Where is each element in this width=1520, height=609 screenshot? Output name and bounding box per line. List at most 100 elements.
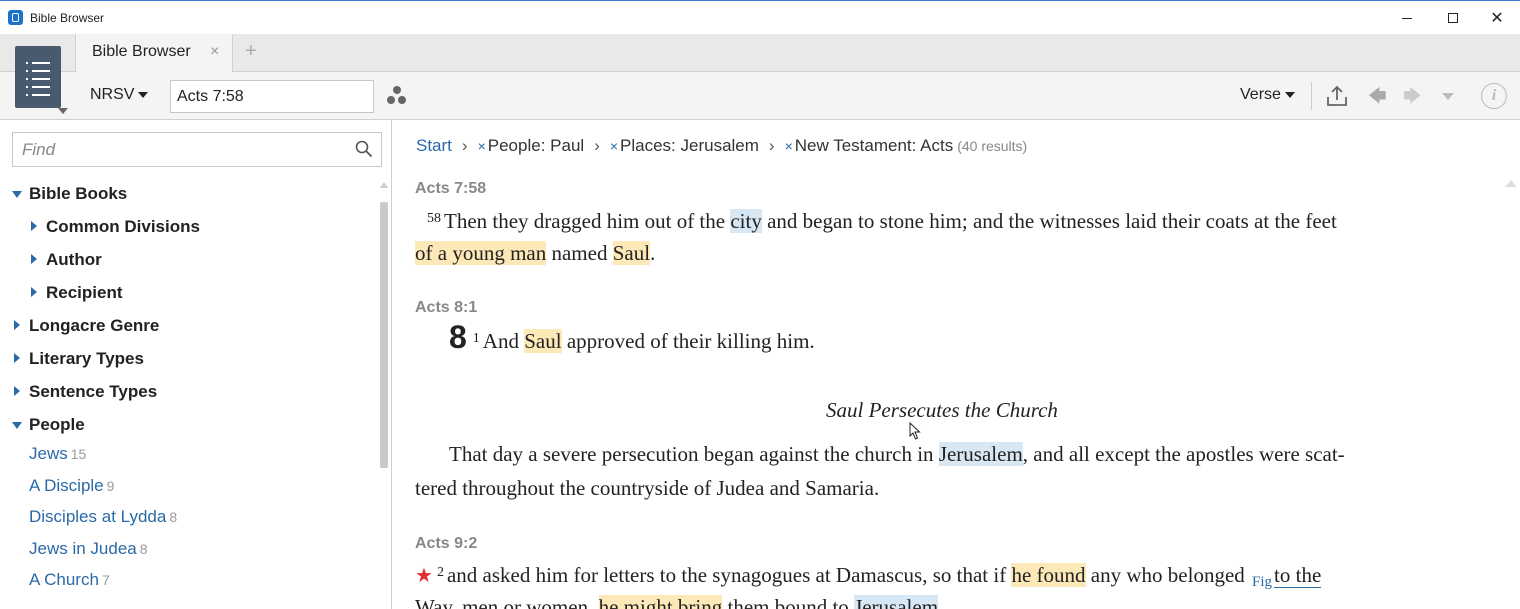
find-field[interactable]	[12, 132, 382, 167]
verse-text: Way, men or women, he might bring them b…	[415, 590, 943, 609]
verse-text: tered throughout the countryside of Jude…	[415, 476, 880, 500]
scroll-up-icon[interactable]	[1505, 180, 1517, 187]
linked-text[interactable]: to the	[1274, 563, 1322, 588]
verse-text: 58 Then they dragged him out of the city …	[427, 209, 1337, 233]
breadcrumb-separator: ›	[461, 136, 468, 155]
tree-item-recipient[interactable]: Recipient	[31, 283, 123, 307]
verse-number: 1	[472, 331, 480, 346]
share-icon[interactable]	[1325, 84, 1349, 108]
highlight-young-man[interactable]: of a young man	[415, 241, 547, 265]
star-icon[interactable]: ★	[415, 565, 433, 587]
close-icon: ✕	[1490, 10, 1504, 27]
title-bar: Bible Browser ✕	[0, 0, 1520, 34]
toolbar: NRSV Verse 🡄 🡆 i	[0, 46, 1520, 120]
result-count: 8	[169, 509, 178, 525]
tab-bar: Bible Browser × +	[0, 34, 1520, 72]
expanded-triangle-icon[interactable]	[12, 422, 22, 429]
maximize-icon	[1448, 13, 1458, 23]
verse-text: That day a severe persecution began agai…	[449, 442, 1345, 466]
remove-filter-icon[interactable]: ×	[785, 138, 793, 154]
result-count: 8	[139, 541, 148, 557]
tab-close-icon[interactable]: ×	[210, 43, 219, 61]
panel-menu-button[interactable]	[15, 46, 61, 108]
result-count: 9	[106, 478, 115, 494]
result-count: 7	[101, 572, 110, 588]
version-label: NRSV	[90, 86, 135, 103]
verse-reference-link[interactable]: Acts 7:58	[415, 180, 486, 198]
people-item-jews-in-judea[interactable]: Jews in Judea 8	[29, 539, 148, 563]
verse-text: 8 1 And Saul approved of their killing him…	[449, 319, 815, 355]
people-item-a-church[interactable]: A Church 7	[29, 570, 110, 594]
results-pane: Start › × People: Paul › × Places: Jerusalem › ×…	[393, 120, 1520, 609]
tree-item-longacre-genre[interactable]: Longacre Genre	[14, 316, 159, 340]
add-tab-button[interactable]: +	[245, 40, 257, 63]
reference-input[interactable]	[170, 80, 374, 113]
back-arrow-icon[interactable]: 🡄	[1368, 84, 1387, 114]
section-heading: Saul Persecutes the Church	[826, 398, 1058, 422]
people-item-a-disciple[interactable]: A Disciple 9	[29, 476, 114, 500]
minimize-button[interactable]	[1384, 1, 1430, 35]
tab-label: Bible Browser	[92, 43, 191, 60]
tree-item-sentence-types[interactable]: Sentence Types	[14, 382, 157, 406]
highlight-saul[interactable]: Saul	[524, 329, 562, 353]
highlight-he-found[interactable]: he found	[1011, 563, 1086, 587]
people-item-disciples-at-lydda[interactable]: Disciples at Lydda 8	[29, 507, 177, 531]
collapsed-triangle-icon[interactable]	[31, 287, 37, 297]
chevron-down-icon	[138, 91, 149, 98]
remove-filter-icon[interactable]: ×	[478, 138, 486, 154]
tree-item-bible-books[interactable]: Bible Books	[12, 184, 127, 208]
results-count: (40 results)	[957, 138, 1028, 154]
tab-bible-browser[interactable]: Bible Browser ×	[75, 34, 233, 72]
verse-reference-link[interactable]: Acts 9:2	[415, 535, 477, 553]
highlight-jerusalem[interactable]: Jerusalem	[854, 595, 939, 609]
collapsed-triangle-icon[interactable]	[14, 353, 20, 363]
parallel-resources-icon[interactable]	[387, 86, 407, 106]
breadcrumb-start-link[interactable]: Start	[416, 136, 452, 155]
view-mode-select[interactable]: Verse	[1240, 86, 1295, 104]
scroll-up-icon[interactable]	[380, 182, 388, 188]
filter-new-testament[interactable]: New Testament: Acts	[795, 136, 953, 155]
minimize-icon	[1402, 17, 1412, 19]
filter-places[interactable]: Places: Jerusalem	[620, 136, 759, 155]
verse-number: 2	[436, 565, 444, 580]
version-select[interactable]: NRSV	[90, 86, 149, 104]
remove-filter-icon[interactable]: ×	[610, 138, 618, 154]
collapsed-triangle-icon[interactable]	[31, 254, 37, 264]
expanded-triangle-icon[interactable]	[12, 191, 22, 198]
highlight-he-might-bring[interactable]: he might bring	[598, 595, 723, 609]
info-icon[interactable]: i	[1481, 83, 1507, 109]
highlight-jerusalem[interactable]: Jerusalem	[938, 442, 1023, 466]
close-window-button[interactable]: ✕	[1474, 1, 1520, 35]
scrollbar-thumb[interactable]	[380, 202, 388, 468]
breadcrumb: Start › × People: Paul › × Places: Jerusalem › ×…	[416, 136, 1027, 156]
search-icon[interactable]	[355, 140, 373, 158]
sidebar-scrollbar[interactable]	[380, 182, 388, 609]
collapsed-triangle-icon[interactable]	[14, 386, 20, 396]
find-input[interactable]	[13, 133, 333, 166]
filter-people[interactable]: People: Paul	[488, 136, 584, 155]
verse-reference-link[interactable]: Acts 8:1	[415, 299, 477, 317]
highlight-saul[interactable]: Saul	[612, 241, 651, 265]
figure-link[interactable]: Fig	[1252, 574, 1272, 590]
window-title: Bible Browser	[30, 11, 105, 25]
forward-arrow-icon[interactable]: 🡆	[1403, 84, 1422, 114]
tree-item-literary-types[interactable]: Literary Types	[14, 349, 144, 373]
history-dropdown-icon[interactable]	[1442, 93, 1454, 100]
collapsed-triangle-icon[interactable]	[31, 221, 37, 231]
view-mode-label: Verse	[1240, 86, 1281, 103]
verse-text: of a young man named Saul.	[415, 241, 656, 265]
chevron-down-icon	[1284, 91, 1295, 98]
chapter-number: 8	[449, 319, 467, 355]
tree-item-common-divisions[interactable]: Common Divisions	[31, 217, 200, 241]
tree-item-author[interactable]: Author	[31, 250, 102, 274]
maximize-button[interactable]	[1430, 1, 1476, 35]
panel-menu-dropdown-icon[interactable]	[58, 108, 68, 114]
list-menu-icon	[26, 62, 50, 102]
tree-item-people[interactable]: People	[12, 415, 85, 439]
people-item-jews[interactable]: Jews 15	[29, 444, 86, 468]
collapsed-triangle-icon[interactable]	[14, 320, 20, 330]
app-logo-icon	[8, 10, 23, 25]
mouse-cursor-icon	[909, 422, 921, 440]
breadcrumb-separator: ›	[768, 136, 775, 155]
highlight-city[interactable]: city	[730, 209, 762, 233]
